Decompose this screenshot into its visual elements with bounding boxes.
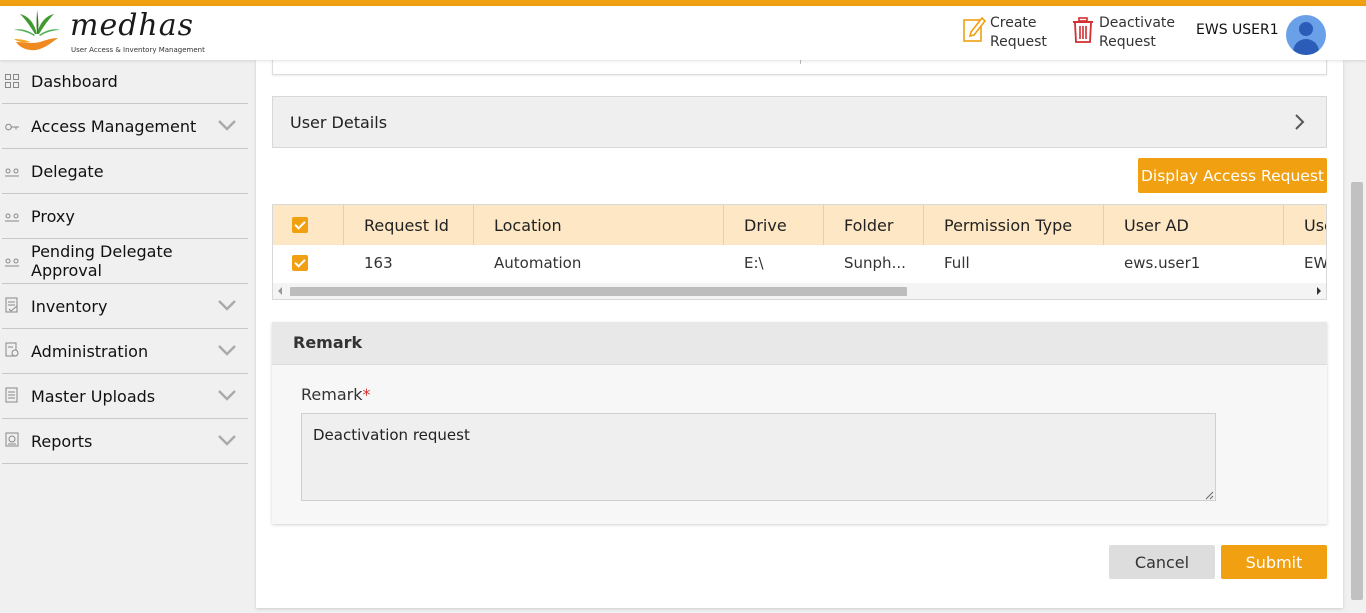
sidebar-item-label: Reports — [31, 431, 93, 451]
cell-permission-type: Full — [944, 254, 970, 272]
sidebar-item-master-uploads[interactable]: Master Uploads — [2, 374, 248, 419]
page-vertical-scrollbar[interactable] — [1349, 60, 1366, 613]
trash-icon — [1073, 17, 1093, 43]
scrollbar-thumb[interactable] — [290, 287, 907, 296]
remark-textarea[interactable]: Deactivation request — [301, 413, 1216, 501]
sidebar-item-label: Inventory — [31, 296, 108, 316]
cell-user-ad: ews.user1 — [1124, 254, 1201, 272]
sidebar-item-access-management[interactable]: Access Management — [2, 104, 248, 149]
sidebar-item-reports[interactable]: Reports — [2, 419, 248, 464]
previous-panel-edge — [272, 58, 1327, 75]
grid-icon — [5, 74, 19, 88]
edit-document-icon — [963, 16, 986, 42]
app-header: medhas User Access & Inventory Managemen… — [0, 6, 1366, 60]
access-request-table: Request Id Location Drive Folder Permiss… — [272, 204, 1327, 300]
column-header[interactable]: Location — [474, 205, 724, 245]
chevron-down-icon[interactable] — [218, 343, 236, 357]
inventory-icon — [5, 297, 18, 313]
remark-card-header: Remark — [272, 322, 1327, 365]
chevron-down-icon[interactable] — [218, 433, 236, 447]
sidebar-item-proxy[interactable]: Proxy — [2, 194, 248, 239]
main-content: User Details Display Access Request Requ… — [256, 58, 1343, 608]
sidebar-item-administration[interactable]: Administration — [2, 329, 248, 374]
user-name[interactable]: EWS USER1 — [1196, 22, 1279, 38]
cancel-button[interactable]: Cancel — [1109, 545, 1215, 579]
user-details-title: User Details — [290, 113, 388, 132]
deactivate-label-line1: Deactivate — [1099, 15, 1176, 31]
chevron-right-icon — [1295, 114, 1305, 130]
upload-icon — [5, 387, 18, 403]
display-access-request-button[interactable]: Display Access Request — [1138, 158, 1327, 193]
logo-subtitle: User Access & Inventory Management — [71, 46, 205, 54]
logo-wordmark: medhas — [70, 8, 195, 43]
row-checkbox[interactable] — [292, 255, 308, 271]
sidebar-item-label: Pending Delegate Approval — [31, 242, 173, 280]
cell-drive: E:\ — [744, 254, 764, 272]
create-label-line2: Request — [990, 34, 1047, 50]
remark-label: Remark* — [301, 385, 371, 404]
user-details-accordion[interactable]: User Details — [272, 96, 1327, 148]
sidebar-item-pending-delegate-approval[interactable]: Pending Delegate Approval — [2, 239, 248, 284]
scrollbar-thumb[interactable] — [1351, 182, 1363, 600]
column-header[interactable]: User AD — [1104, 205, 1284, 245]
sidebar-item-delegate[interactable]: Delegate — [2, 149, 248, 194]
leaf-hand-logo-icon — [14, 10, 60, 51]
pending-icon — [5, 258, 19, 267]
scroll-right-arrow-icon[interactable] — [1317, 287, 1321, 295]
column-header[interactable]: Request Id — [344, 205, 474, 245]
scroll-left-arrow-icon[interactable] — [278, 287, 282, 295]
sidebar-item-label: Administration — [31, 341, 149, 361]
table-header: Request Id Location Drive Folder Permiss… — [273, 205, 1326, 245]
sidebar-nav: Dashboard Access Management Delegate Pro… — [0, 60, 250, 613]
create-request-button[interactable]: Create Request — [962, 14, 1054, 52]
column-header[interactable]: Use — [1284, 205, 1326, 245]
proxy-icon — [5, 213, 19, 222]
cell-user: EW — [1304, 254, 1327, 272]
cell-request-id: 163 — [364, 254, 393, 272]
sidebar-item-label: Access Management — [31, 116, 197, 136]
deactivate-request-button[interactable]: Deactivate Request — [1071, 14, 1176, 52]
chevron-down-icon[interactable] — [218, 298, 236, 312]
column-header[interactable]: Drive — [724, 205, 824, 245]
chevron-down-icon[interactable] — [218, 118, 236, 132]
sidebar-item-label: Delegate — [31, 161, 104, 181]
required-asterisk: * — [362, 385, 371, 404]
cell-folder: Sunph... — [844, 254, 906, 272]
sidebar-item-inventory[interactable]: Inventory — [2, 284, 248, 329]
reports-icon — [5, 432, 19, 447]
key-icon — [5, 123, 19, 131]
medhas-logo[interactable]: medhas User Access & Inventory Managemen… — [10, 8, 205, 58]
submit-button[interactable]: Submit — [1221, 545, 1327, 579]
deactivate-label-line2: Request — [1099, 34, 1156, 50]
resize-handle-icon[interactable] — [1204, 490, 1214, 500]
remark-card-title: Remark — [293, 333, 363, 352]
sidebar-item-dashboard[interactable]: Dashboard — [2, 60, 248, 104]
create-label-line1: Create — [990, 15, 1037, 31]
table-horizontal-scrollbar[interactable] — [273, 283, 1326, 299]
sidebar-item-label: Proxy — [31, 206, 75, 226]
sidebar-item-label: Master Uploads — [31, 386, 156, 406]
table-row[interactable]: 163 Automation E:\ Sunph... Full ews.use… — [273, 245, 1327, 281]
delegate-icon — [5, 168, 19, 177]
user-avatar[interactable] — [1286, 15, 1326, 55]
column-header[interactable]: Permission Type — [924, 205, 1104, 245]
chevron-down-icon[interactable] — [218, 388, 236, 402]
remark-card: Remark Remark* Deactivation request — [272, 322, 1327, 524]
sidebar-item-label: Dashboard — [31, 72, 118, 91]
select-all-checkbox[interactable] — [292, 217, 308, 233]
administration-icon — [5, 342, 19, 357]
column-header[interactable]: Folder — [824, 205, 924, 245]
cell-location: Automation — [494, 254, 582, 272]
